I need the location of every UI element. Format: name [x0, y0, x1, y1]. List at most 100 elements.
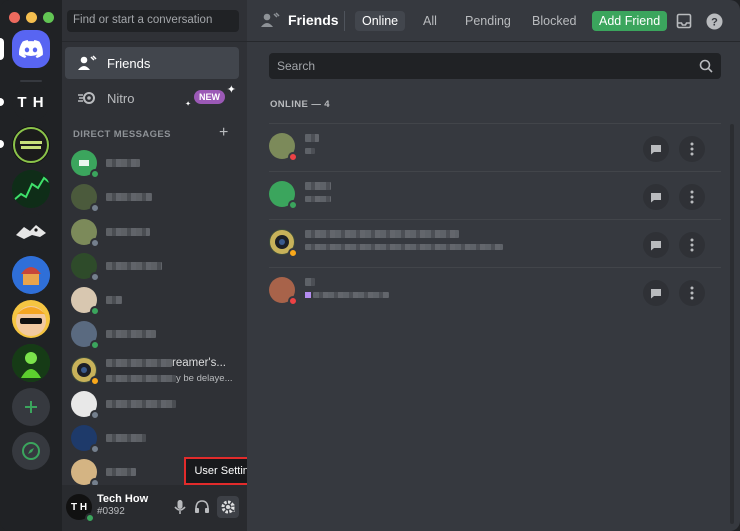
chat-bubble-icon [651, 144, 661, 154]
dm-item[interactable] [65, 387, 239, 421]
maximize-window-button[interactable] [43, 12, 54, 23]
avatar [269, 181, 298, 210]
unread-indicator [0, 140, 4, 148]
sidebar-item-label: Friends [107, 55, 151, 71]
minimize-window-button[interactable] [26, 12, 37, 23]
create-dm-button[interactable]: + [219, 124, 228, 142]
message-button[interactable] [643, 232, 669, 258]
redacted-name [106, 400, 176, 408]
sunglasses-face-icon [16, 306, 46, 336]
dm-status-fragment: y be delaye... [176, 372, 233, 384]
scrollbar[interactable] [730, 124, 734, 524]
nitro-icon [75, 88, 99, 108]
redacted-name [106, 358, 172, 367]
avatar [71, 184, 100, 213]
avatar [71, 219, 100, 248]
more-options-button[interactable] [679, 232, 705, 258]
green-figure-icon [12, 344, 50, 382]
more-options-button[interactable] [679, 136, 705, 162]
sidebar-item-label: Nitro [107, 90, 135, 106]
dm-item[interactable]: reamer's... y be delaye... [65, 352, 239, 388]
redacted-name [106, 159, 140, 167]
avatar [71, 150, 100, 179]
friend-row[interactable] [269, 267, 721, 315]
redacted-name [106, 296, 122, 304]
avatar [71, 357, 100, 386]
help-button[interactable]: ? [705, 12, 723, 30]
unread-indicator [0, 98, 4, 106]
message-button[interactable] [643, 136, 669, 162]
page-title: Friends [260, 12, 339, 28]
dm-item[interactable] [65, 146, 239, 180]
cursor-hand-icon: ☝ [229, 503, 236, 515]
redacted-status [106, 374, 176, 382]
online-count-header: ONLINE — 4 [270, 99, 330, 110]
status-idle-indicator [90, 376, 100, 386]
server-green-figure[interactable] [12, 344, 50, 382]
friends-search-input[interactable]: Search [269, 53, 721, 79]
tab-blocked[interactable]: Blocked [525, 11, 583, 31]
rail-separator [20, 80, 42, 82]
dm-item[interactable] [65, 180, 239, 214]
close-window-button[interactable] [9, 12, 20, 23]
redacted-friend-info [305, 278, 389, 298]
redacted-name [106, 330, 156, 338]
user-panel: T H Tech How #0392 [62, 485, 247, 531]
server-green-chart[interactable] [12, 170, 50, 208]
sidebar-item-friends[interactable]: Friends [65, 47, 239, 79]
inbox-button[interactable] [675, 12, 693, 30]
dm-name-fragment: reamer's... [172, 356, 226, 369]
inbox-icon [676, 13, 692, 29]
add-friend-button[interactable]: Add Friend [592, 11, 668, 31]
discord-window: T H Find or start a conversation Friends… [0, 0, 740, 531]
explore-servers-button[interactable] [12, 432, 50, 470]
avatar [269, 229, 298, 258]
status-dnd-indicator [288, 296, 298, 306]
message-button[interactable] [643, 184, 669, 210]
dm-item[interactable] [65, 421, 239, 455]
avatar[interactable]: T H [66, 494, 95, 523]
user-discriminator: #0392 [97, 506, 125, 517]
level-up-logo-icon [13, 127, 49, 163]
friend-row[interactable] [269, 123, 721, 171]
status-online-indicator [90, 306, 100, 316]
server-cupcake[interactable] [12, 256, 50, 294]
server-creature[interactable] [12, 213, 50, 251]
mute-button[interactable] [169, 496, 191, 518]
sidebar-item-nitro[interactable]: Nitro NEW ✦ ✦ [65, 82, 239, 114]
deafen-button[interactable] [191, 496, 213, 518]
dm-item[interactable] [65, 317, 239, 351]
tab-online[interactable]: Online [355, 11, 406, 31]
redacted-friend-info [305, 134, 319, 154]
status-offline-indicator [90, 238, 100, 248]
dm-item[interactable] [65, 283, 239, 317]
more-options-button[interactable] [679, 280, 705, 306]
message-button[interactable] [643, 280, 669, 306]
redacted-friend-info [305, 230, 503, 250]
tab-pending[interactable]: Pending [458, 11, 518, 31]
home-button[interactable] [12, 30, 50, 68]
friend-row[interactable] [269, 171, 721, 219]
server-th[interactable]: T H [12, 83, 50, 121]
page-title-text: Friends [288, 12, 339, 28]
redacted-name [106, 434, 146, 442]
headphones-icon [195, 500, 209, 513]
dm-item[interactable] [65, 215, 239, 249]
redacted-name [106, 262, 162, 270]
friends-panel: Friends Online All Pending Blocked Add F… [247, 0, 740, 531]
cupcake-icon [12, 256, 50, 294]
avatar [269, 133, 298, 162]
friend-row[interactable] [269, 219, 721, 267]
status-offline-indicator [90, 203, 100, 213]
more-options-button[interactable] [679, 184, 705, 210]
server-level-up[interactable] [12, 126, 50, 164]
plus-icon [25, 401, 37, 413]
dm-item[interactable] [65, 249, 239, 283]
server-sunglasses[interactable] [12, 300, 50, 338]
tab-all[interactable]: All [416, 11, 444, 31]
find-conversation-button[interactable]: Find or start a conversation [67, 10, 239, 32]
selected-indicator [0, 38, 4, 60]
chat-bubble-icon [651, 192, 661, 202]
redacted-name [106, 468, 136, 476]
add-server-button[interactable] [12, 388, 50, 426]
